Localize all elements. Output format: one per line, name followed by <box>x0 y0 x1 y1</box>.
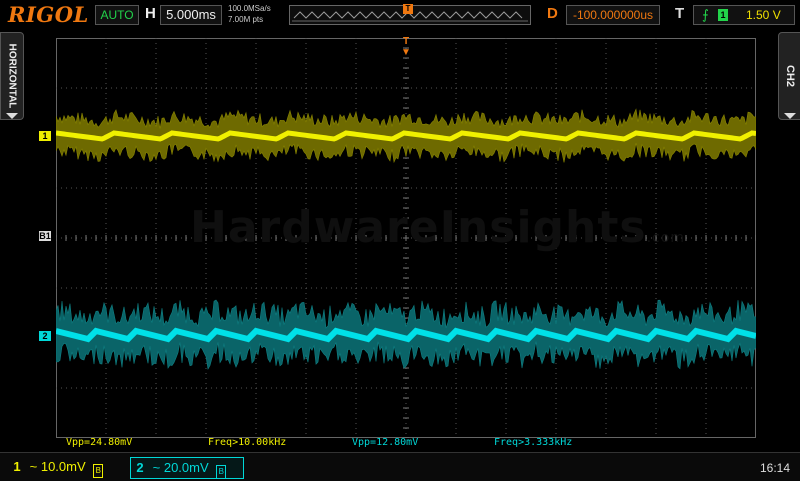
clock: 16:14 <box>760 461 791 475</box>
trigger-position-letter: T <box>402 36 410 47</box>
ch1-number: 1 <box>13 459 21 474</box>
ch1-coupling-icon: ~ <box>29 459 38 474</box>
trigger-source-badge: 1 <box>718 9 728 21</box>
ch2-menu-tab[interactable]: CH2 <box>778 32 800 120</box>
ch1-offset-marker[interactable]: 1 <box>39 131 51 141</box>
brand-logo: RIGOL <box>8 2 89 27</box>
measurement-ch1-vpp: Vpp=24.80mV <box>66 437 133 448</box>
ch2-offset-marker[interactable]: 2 <box>39 331 51 341</box>
delay-value[interactable]: -100.000000us <box>566 5 660 25</box>
sample-rate: 100.0MSa/s <box>228 4 271 13</box>
chevron-down-icon: ▼ <box>401 47 411 58</box>
ch1-status[interactable]: 1 ~ 10.0mV B <box>8 457 124 478</box>
ch2-coupling-icon: ~ <box>152 460 161 475</box>
ch2-status[interactable]: 2 ~ 20.0mV B <box>130 457 244 479</box>
trigger-status-badge[interactable]: AUTO <box>95 5 139 25</box>
channel-status-bar: 1 ~ 10.0mV B 2 ~ 20.0mV B 16:14 <box>0 452 800 481</box>
trigger-settings[interactable]: ⨍ 1 1.50 V <box>693 5 795 25</box>
bandwidth-limit-icon: B <box>93 464 104 478</box>
memory-position-bar[interactable]: T <box>289 4 531 25</box>
horizontal-menu-label: HORIZONTAL <box>6 43 18 109</box>
trigger-label: T <box>675 5 685 22</box>
ch2-number: 2 <box>136 460 144 475</box>
trigger-position-icon: T <box>403 4 413 14</box>
acquisition-info: 100.0MSa/s 7.00M pts <box>228 3 271 25</box>
memory-depth: 7.00M pts <box>228 15 264 24</box>
ch1-scale: 10.0mV <box>40 459 86 474</box>
watermark-text: HardwareInsights <box>190 202 647 253</box>
watermark: HardwareInsights.com <box>190 202 685 253</box>
horizontal-label: H <box>145 5 156 22</box>
rising-edge-icon: ⨍ <box>702 7 709 22</box>
watermark-suffix: .com <box>646 230 685 246</box>
chevron-down-icon <box>6 113 18 119</box>
timebase-value[interactable]: 5.000ms <box>160 5 222 25</box>
measurement-ch2-freq: Freq>3.333kHz <box>494 437 573 448</box>
trigger-position-marker[interactable]: T ▼ <box>400 36 412 58</box>
bandwidth-limit-icon: B <box>216 465 227 479</box>
delay-label: D <box>547 5 558 22</box>
ch2-menu-label: CH2 <box>784 64 796 88</box>
chevron-down-icon <box>784 113 796 119</box>
measurement-ch1-freq: Freq>10.00kHz <box>208 437 287 448</box>
measurement-ch2-vpp: Vpp=12.80mV <box>352 437 419 448</box>
math-offset-marker[interactable]: B1 <box>39 231 51 241</box>
trigger-level: 1.50 V <box>746 8 781 22</box>
ch2-scale: 20.0mV <box>163 460 209 475</box>
top-status-bar: RIGOL AUTO H 5.000ms 100.0MSa/s 7.00M pt… <box>0 0 800 30</box>
horizontal-menu-tab[interactable]: HORIZONTAL <box>0 32 24 120</box>
